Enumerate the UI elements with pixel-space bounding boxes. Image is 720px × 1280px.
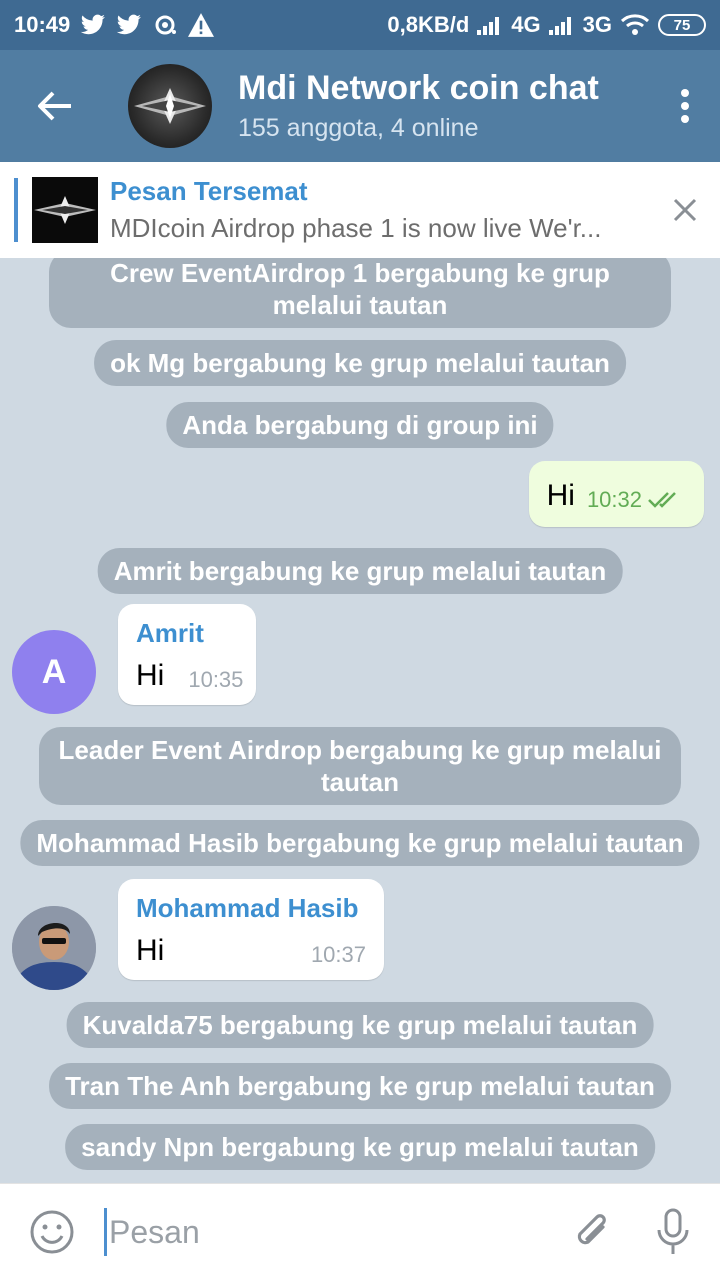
service-message: Anda bergabung di group ini <box>166 402 554 448</box>
message-meta: 10:32 <box>587 487 680 513</box>
service-message: Tran The Anh bergabung ke grup melalui t… <box>49 1063 671 1109</box>
sender-name[interactable]: Amrit <box>136 618 238 649</box>
voice-message-button[interactable] <box>626 1184 720 1280</box>
message-time: 10:32 <box>586 487 642 512</box>
back-button[interactable] <box>0 50 110 162</box>
service-message: Amrit bergabung ke grup melalui tautan <box>97 548 623 594</box>
network-type-1: 4G <box>511 12 541 37</box>
chat-title-block[interactable]: Mdi Network coin chat 155 anggota, 4 onl… <box>238 69 650 143</box>
emoji-button[interactable] <box>0 1184 104 1280</box>
microphone-icon <box>657 1208 689 1254</box>
arrow-left-icon <box>38 91 71 121</box>
service-message: Leader Event Airdrop bergabung ke grup m… <box>39 727 681 805</box>
avatar[interactable]: A <box>12 630 96 714</box>
pinned-title: Pesan Tersemat <box>110 176 308 206</box>
message-time: 10:35 <box>188 667 244 692</box>
pinned-message[interactable]: Pesan Tersemat MDIcoin Airdrop phase 1 i… <box>0 162 720 258</box>
avatar[interactable] <box>12 906 96 990</box>
message-time: 10:37 <box>310 942 366 967</box>
battery-indicator: 75 <box>658 14 706 36</box>
service-message: Crew EventAirdrop 1 bergabung ke grup me… <box>49 258 671 328</box>
signal-icon <box>477 15 503 35</box>
service-message: ok Mg bergabung ke grup melalui tautan <box>94 340 626 386</box>
message-list[interactable]: Crew EventAirdrop 1 bergabung ke grup me… <box>0 258 720 1183</box>
pinned-accent-bar <box>14 178 18 242</box>
chat-header: Mdi Network coin chat 155 anggota, 4 onl… <box>0 50 720 162</box>
member-count: 155 anggota, 4 online <box>238 114 479 142</box>
network-speed: 0,8KB/d <box>387 12 470 37</box>
wifi-icon <box>620 14 650 36</box>
paperclip-icon <box>577 1214 606 1245</box>
attach-button[interactable] <box>560 1184 626 1280</box>
smiley-icon <box>30 1210 74 1254</box>
close-icon <box>673 198 697 222</box>
status-time: 10:49 <box>14 12 71 37</box>
message-text: Hi <box>546 479 575 512</box>
warning-icon <box>188 13 215 37</box>
signal-icon <box>548 15 575 35</box>
pinned-thumbnail <box>32 177 98 243</box>
incoming-message[interactable]: Mohammad Hasib Hi 10:37 <box>118 879 384 980</box>
twitter-icon <box>116 14 142 36</box>
incoming-message[interactable]: Amrit Hi 10:35 <box>118 604 256 705</box>
pinned-preview: MDIcoin Airdrop phase 1 is now live We'r… <box>110 213 602 243</box>
service-message: Mohammad Hasib bergabung ke grup melalui… <box>20 820 700 866</box>
double-check-icon <box>648 492 676 508</box>
text-caret <box>104 1208 107 1256</box>
outgoing-message[interactable]: Hi 10:32 <box>528 461 704 527</box>
sender-name[interactable]: Mohammad Hasib <box>136 893 366 924</box>
twitter-icon <box>80 14 106 36</box>
mdi-logo-icon <box>34 196 96 224</box>
more-vert-icon <box>681 89 689 123</box>
group-avatar[interactable] <box>128 64 212 148</box>
service-message: sandy Npn bergabung ke grup melalui taut… <box>65 1124 655 1170</box>
status-bar: 10:49 0,8KB/d 4G 3G 75 <box>0 0 720 50</box>
mdi-logo-icon <box>134 88 206 124</box>
service-message: Kuvalda75 bergabung ke grup melalui taut… <box>66 1002 654 1048</box>
chat-title: Mdi Network coin chat <box>238 69 599 107</box>
close-pinned-button[interactable] <box>650 162 720 258</box>
message-composer <box>0 1183 720 1280</box>
app-notification-icon <box>152 13 178 37</box>
network-type-2: 3G <box>582 12 612 37</box>
more-menu-button[interactable] <box>650 50 720 162</box>
message-text: Hi <box>136 934 165 967</box>
profile-photo-icon <box>12 906 96 990</box>
message-input[interactable] <box>109 1213 509 1251</box>
message-text: Hi <box>136 659 165 692</box>
